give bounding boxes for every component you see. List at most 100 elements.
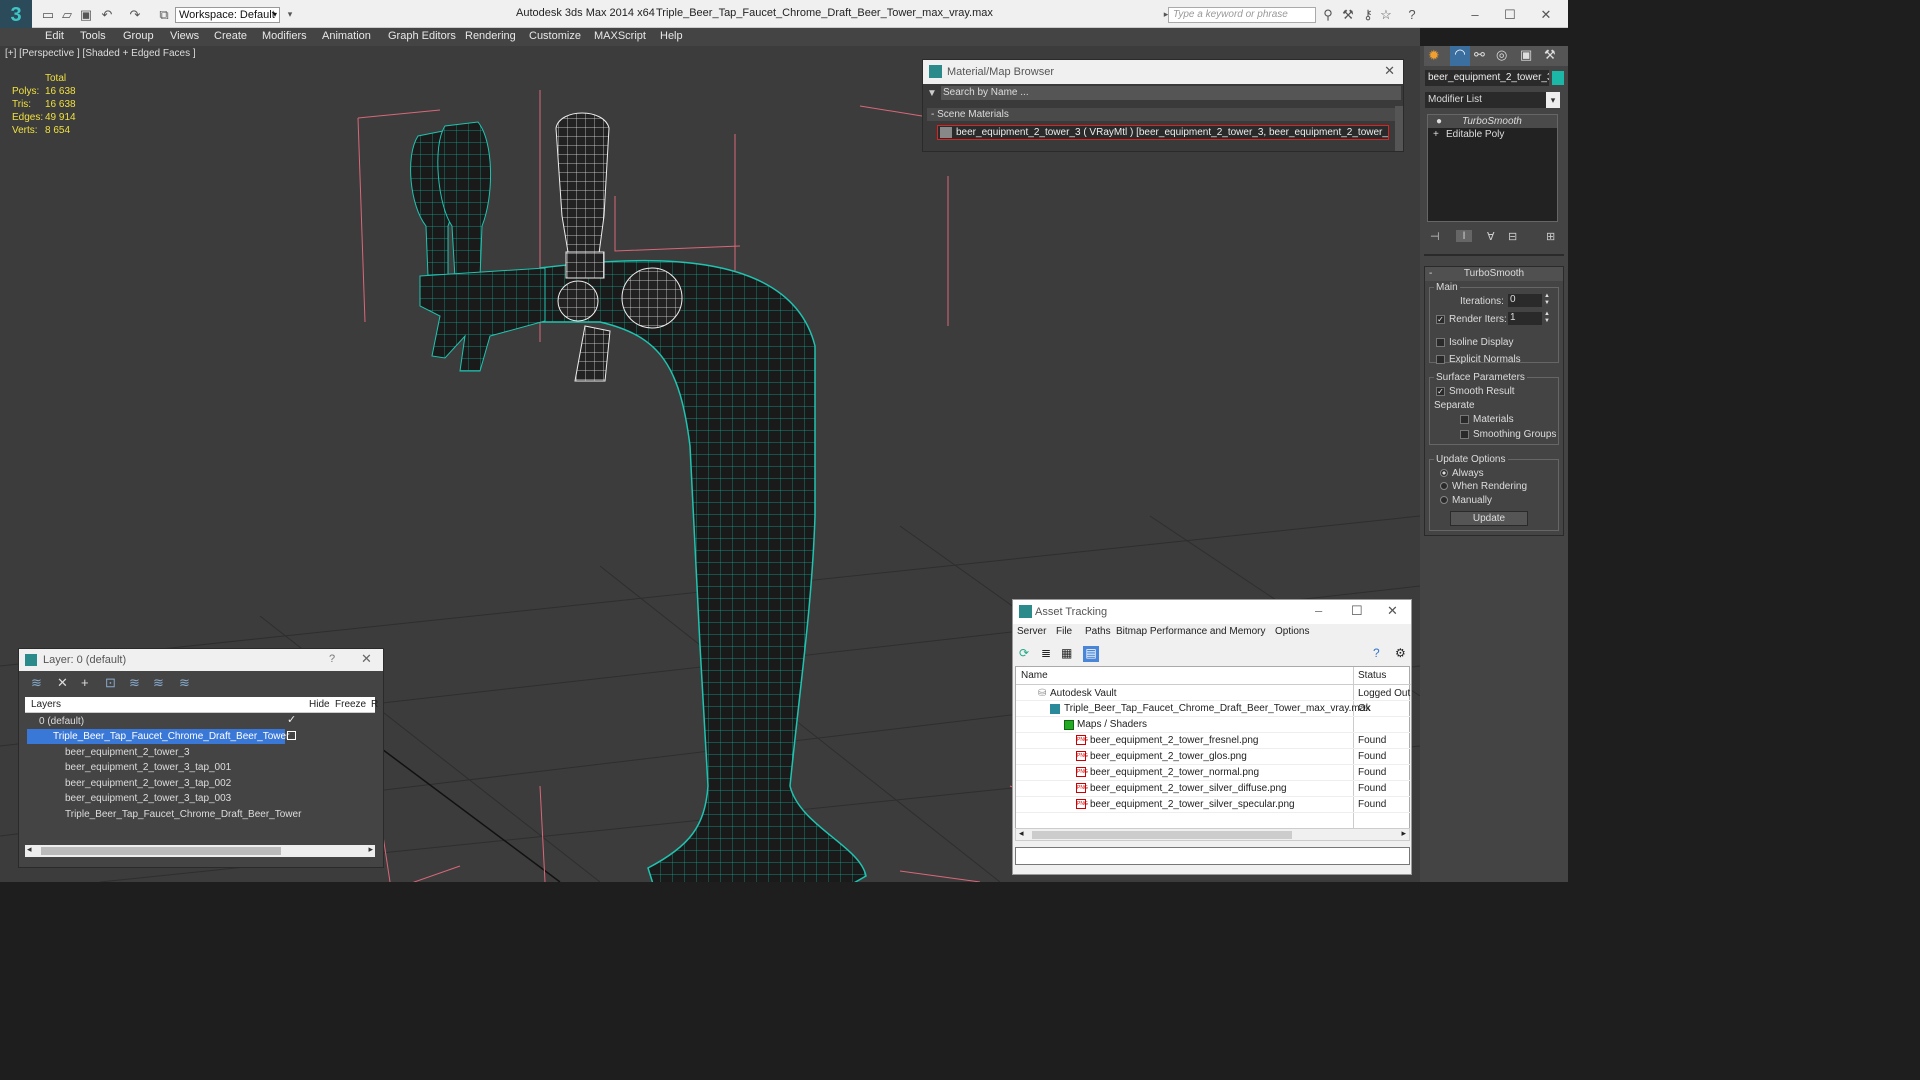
menu-modifiers[interactable]: Modifiers [262,30,307,42]
menu-paths[interactable]: Paths [1085,626,1111,637]
object-row[interactable]: beer_equipment_2_tower_3_tap_003 [65,791,231,806]
material-item[interactable]: beer_equipment_2_tower_3 ( VRayMtl ) [be… [937,125,1389,140]
scroll-right-icon[interactable]: ▸ [368,844,373,855]
explicit-normals-checkbox[interactable]: Explicit Normals [1436,354,1521,365]
menu-animation[interactable]: Animation [322,30,371,42]
list-view-icon[interactable]: ≣ [1041,646,1051,660]
object-name-field[interactable]: beer_equipment_2_tower_3 [1425,70,1549,86]
col-freeze[interactable]: Freeze [335,697,366,713]
pin-stack-icon[interactable]: ⊣ [1430,230,1440,243]
layer-row-selected[interactable]: Triple_Beer_Tap_Faucet_Chrome_Draft_Beer… [27,729,289,744]
binoculars-icon[interactable]: ⚲ [1320,7,1336,22]
asset-row[interactable]: PNG beer_equipment_2_tower_normal.png Foun… [1016,765,1411,781]
update-button[interactable]: Update [1450,511,1528,526]
table-view-icon[interactable]: ▤ [1083,646,1099,662]
close-icon[interactable]: ✕ [1384,63,1395,79]
rollout-header[interactable]: - TurboSmooth [1425,267,1563,281]
menu-maxscript[interactable]: MAXScript [594,30,646,42]
show-end-result-icon[interactable]: I [1456,230,1472,242]
menu-edit[interactable]: Edit [45,30,64,42]
smoothing-groups-checkbox[interactable]: Smoothing Groups [1460,429,1556,440]
scroll-thumb[interactable] [1032,831,1292,839]
col-status[interactable]: Status [1358,667,1386,685]
scene-materials-header[interactable]: - Scene Materials [927,108,1397,121]
stack-item-turbosmooth[interactable]: ● TurboSmooth [1428,115,1557,128]
select-objects-icon[interactable]: ⊡ [105,675,116,691]
save-icon[interactable]: ▣ [78,7,94,22]
close-icon[interactable]: ✕ [1538,7,1554,22]
iterations-spinner[interactable]: 0 [1508,294,1542,307]
asset-row[interactable]: PNG beer_equipment_2_tower_silver_diffuse… [1016,781,1411,797]
minimize-icon[interactable]: – [1467,7,1483,22]
close-icon[interactable]: ✕ [1387,603,1398,619]
render-iters-checkbox[interactable]: ✓ Render Iters: [1436,314,1507,325]
object-color-swatch[interactable] [1552,71,1564,85]
minimize-icon[interactable]: – [1315,603,1322,618]
settings-icon[interactable]: ⚙ [1395,646,1406,660]
menu-graph-editors[interactable]: Graph Editors [388,30,456,42]
spinner-arrows-icon[interactable]: ▲ ▼ [1544,311,1550,325]
help-icon[interactable]: ? [1404,7,1420,22]
workspace-dropdown[interactable]: Workspace: Default ▾ [175,7,280,23]
menu-create[interactable]: Create [214,30,247,42]
menu-rendering[interactable]: Rendering [465,30,516,42]
dropdown-arrow-icon[interactable]: ▾ [282,7,298,22]
open-file-icon[interactable]: ▱ [59,7,75,22]
menu-options[interactable]: Options [1275,626,1309,637]
modifier-list-dropdown[interactable]: Modifier List ▾ [1425,92,1560,108]
col-hide[interactable]: Hide [309,697,330,713]
material-search-input[interactable]: Search by Name ... [941,86,1401,100]
help-button[interactable]: ? [329,653,335,665]
display-tab-icon[interactable]: ▣ [1520,47,1532,63]
col-name[interactable]: Name [1021,667,1048,685]
layer-panel-titlebar[interactable]: Layer: 0 (default) ? ✕ [19,649,383,671]
keyword-search-input[interactable]: Type a keyword or phrase [1168,7,1316,23]
viewport-label[interactable]: [+] [Perspective ] [Shaded + Edged Faces… [5,48,196,59]
maximize-icon[interactable]: ☐ [1351,603,1363,619]
asset-row[interactable]: ⛁ Autodesk Vault Logged Out [1016,686,1411,701]
menu-group[interactable]: Group [123,30,154,42]
always-radio[interactable]: Always [1440,468,1484,479]
object-row[interactable]: beer_equipment_2_tower_3 [65,745,190,760]
scroll-thumb[interactable] [41,847,281,855]
delete-layer-icon[interactable]: ✕ [57,675,68,691]
object-row[interactable]: beer_equipment_2_tower_3_tap_001 [65,760,231,775]
asset-row[interactable]: Triple_Beer_Tap_Faucet_Chrome_Draft_Beer… [1016,701,1411,717]
asset-row[interactable]: PNG beer_equipment_2_tower_silver_specula… [1016,797,1411,813]
asset-row[interactable]: PNG beer_equipment_2_tower_fresnel.png Fou… [1016,733,1411,749]
tools-icon[interactable]: ⚒ [1340,7,1356,22]
scroll-left-icon[interactable]: ◂ [27,844,32,855]
smooth-result-checkbox[interactable]: ✓ Smooth Result [1436,386,1515,397]
menu-tools[interactable]: Tools [80,30,106,42]
menu-bitmap-performance[interactable]: Bitmap Performance and Memory [1116,626,1266,637]
add-to-layer-icon[interactable]: + [81,675,89,690]
menu-file[interactable]: File [1056,626,1072,637]
scrollbar[interactable] [1395,106,1403,151]
redo-icon[interactable]: ↷ [127,7,143,22]
menu-help[interactable]: Help [660,30,683,42]
isoline-checkbox[interactable]: Isoline Display [1436,337,1513,348]
maximize-icon[interactable]: ☐ [1502,7,1518,22]
modify-tab-icon[interactable]: ◠ [1450,46,1470,66]
options-arrow-icon[interactable]: ▼ [927,88,937,99]
asset-tracking-titlebar[interactable]: Asset Tracking – ☐ ✕ [1013,600,1411,624]
menu-views[interactable]: Views [170,30,199,42]
menu-customize[interactable]: Customize [529,30,581,42]
stack-item-editable-poly[interactable]: + Editable Poly [1428,128,1557,141]
current-layer-checkbox[interactable] [287,731,296,740]
col-r[interactable]: R [371,697,378,713]
lightbulb-icon[interactable]: ● [1436,115,1442,128]
expand-icon[interactable]: + [1433,128,1439,141]
menu-server[interactable]: Server [1017,626,1046,637]
when-rendering-radio[interactable]: When Rendering [1440,481,1527,492]
project-icon[interactable]: ⧉ [156,7,172,22]
remove-modifier-icon[interactable]: ⊟ [1508,230,1517,243]
new-layer-icon[interactable]: ≋ [31,675,42,691]
close-icon[interactable]: ✕ [361,651,372,667]
thumbnail-view-icon[interactable]: ▦ [1061,646,1072,660]
freeze-all-icon[interactable]: ≋ [179,675,190,691]
asset-row[interactable]: Maps / Shaders [1016,717,1411,733]
render-iters-spinner[interactable]: 1 [1508,312,1542,325]
create-tab-icon[interactable]: ✹ [1428,47,1440,64]
horizontal-scrollbar[interactable]: ◂ ▸ [25,844,375,857]
